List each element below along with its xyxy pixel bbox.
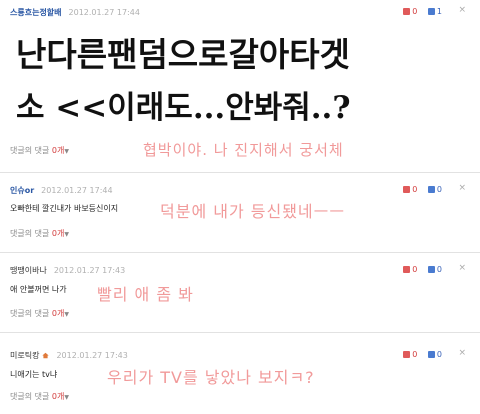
- thumbs-up-icon: [403, 266, 411, 273]
- vote-down-button[interactable]: 0: [427, 350, 442, 359]
- divider: [0, 332, 480, 333]
- comment-body: 니애기는 tv냐: [10, 370, 58, 379]
- vote-group: 0 0: [395, 350, 442, 359]
- vote-down-count: 0: [436, 350, 442, 359]
- comment-meta: 미로틱캉 2012.01.27 17:43: [10, 350, 128, 361]
- chevron-down-icon: ▼: [64, 231, 69, 238]
- reply-count: 0개: [51, 309, 65, 318]
- vote-up-button[interactable]: 0: [403, 185, 417, 194]
- comment-nickname[interactable]: 땡땡이바나: [10, 266, 47, 275]
- reply-label: 댓글의 댓글: [10, 309, 50, 318]
- reply-toggle[interactable]: 댓글의 댓글 0개▼: [10, 145, 69, 156]
- close-icon[interactable]: ×: [458, 183, 466, 193]
- comment-nickname[interactable]: 인슈or: [10, 186, 34, 195]
- close-icon[interactable]: ×: [458, 348, 466, 358]
- vote-down-button[interactable]: 1: [427, 7, 442, 16]
- comment-date: 2012.01.27 17:43: [53, 266, 126, 275]
- vote-up-button[interactable]: 0: [403, 265, 417, 274]
- reply-toggle[interactable]: 댓글의 댓글 0개▼: [10, 391, 69, 402]
- reply-count: 0개: [51, 146, 65, 155]
- divider: [0, 252, 480, 253]
- vote-up-count: 0: [412, 185, 418, 194]
- comment-date: 2012.01.27 17:44: [41, 186, 113, 195]
- divider: [0, 172, 480, 173]
- comment-meta: 인슈or 2012.01.27 17:44: [10, 185, 113, 196]
- comment-nickname[interactable]: 미로틱캉: [10, 351, 39, 360]
- handwritten-annotation: 협박이야. 나 진지해서 궁서체: [143, 141, 344, 159]
- thumbs-down-icon: [427, 186, 435, 193]
- vote-up-count: 0: [412, 265, 418, 274]
- comment-nickname[interactable]: 스룡흐는정할배: [10, 8, 62, 17]
- comment-meta: 땡땡이바나 2012.01.27 17:43: [10, 265, 125, 276]
- comment-date: 2012.01.27 17:43: [56, 351, 128, 360]
- vote-group: 0 0: [395, 265, 442, 274]
- vote-up-count: 0: [412, 350, 418, 359]
- comment-date: 2012.01.27 17:44: [68, 8, 140, 17]
- reply-label: 댓글의 댓글: [10, 392, 50, 401]
- vote-down-count: 0: [436, 265, 442, 274]
- chevron-down-icon: ▼: [64, 394, 69, 401]
- close-icon[interactable]: ×: [458, 5, 466, 15]
- reply-toggle[interactable]: 댓글의 댓글 0개▼: [10, 308, 69, 319]
- handwritten-annotation: 덕분에 내가 등신됐네ㅡㅡ: [160, 202, 346, 221]
- vote-down-count: 1: [436, 7, 442, 16]
- vote-down-count: 0: [436, 185, 442, 194]
- vote-up-count: 0: [412, 7, 418, 16]
- reply-label: 댓글의 댓글: [10, 229, 50, 238]
- reply-count: 0개: [51, 392, 65, 401]
- vote-group: 0 0: [395, 185, 442, 194]
- handwritten-annotation: 우리가 TV를 낳았나 보지ㅋ?: [107, 368, 315, 387]
- thumbs-up-icon: [403, 8, 411, 15]
- close-icon[interactable]: ×: [458, 263, 466, 273]
- comment-body: 애 안볼꺼면 나가: [10, 285, 67, 294]
- chevron-down-icon: ▼: [64, 311, 69, 318]
- home-icon: [42, 352, 50, 359]
- vote-down-button[interactable]: 0: [427, 185, 442, 194]
- thumbs-down-icon: [427, 351, 435, 358]
- thumbs-down-icon: [427, 8, 435, 15]
- vote-down-button[interactable]: 0: [427, 265, 442, 274]
- comment-body: 오빠한테 깔긴내가 바보등신이지: [10, 204, 119, 213]
- chevron-down-icon: ▼: [64, 148, 69, 155]
- comment-body-line: 난다른팬덤으로갈아타겟: [16, 35, 350, 74]
- reply-count: 0개: [51, 229, 65, 238]
- thumbs-up-icon: [403, 186, 411, 193]
- comment-meta: 스룡흐는정할배 2012.01.27 17:44: [10, 7, 140, 18]
- thumbs-up-icon: [403, 351, 411, 358]
- comment-body-line: 소 <<이래도...안봐줘..?: [16, 90, 351, 126]
- vote-group: 0 1: [395, 7, 442, 16]
- reply-toggle[interactable]: 댓글의 댓글 0개▼: [10, 228, 69, 239]
- handwritten-annotation: 빨리 애 좀 봐: [97, 285, 194, 304]
- reply-label: 댓글의 댓글: [10, 146, 50, 155]
- thumbs-down-icon: [427, 266, 435, 273]
- vote-up-button[interactable]: 0: [403, 7, 417, 16]
- vote-up-button[interactable]: 0: [403, 350, 417, 359]
